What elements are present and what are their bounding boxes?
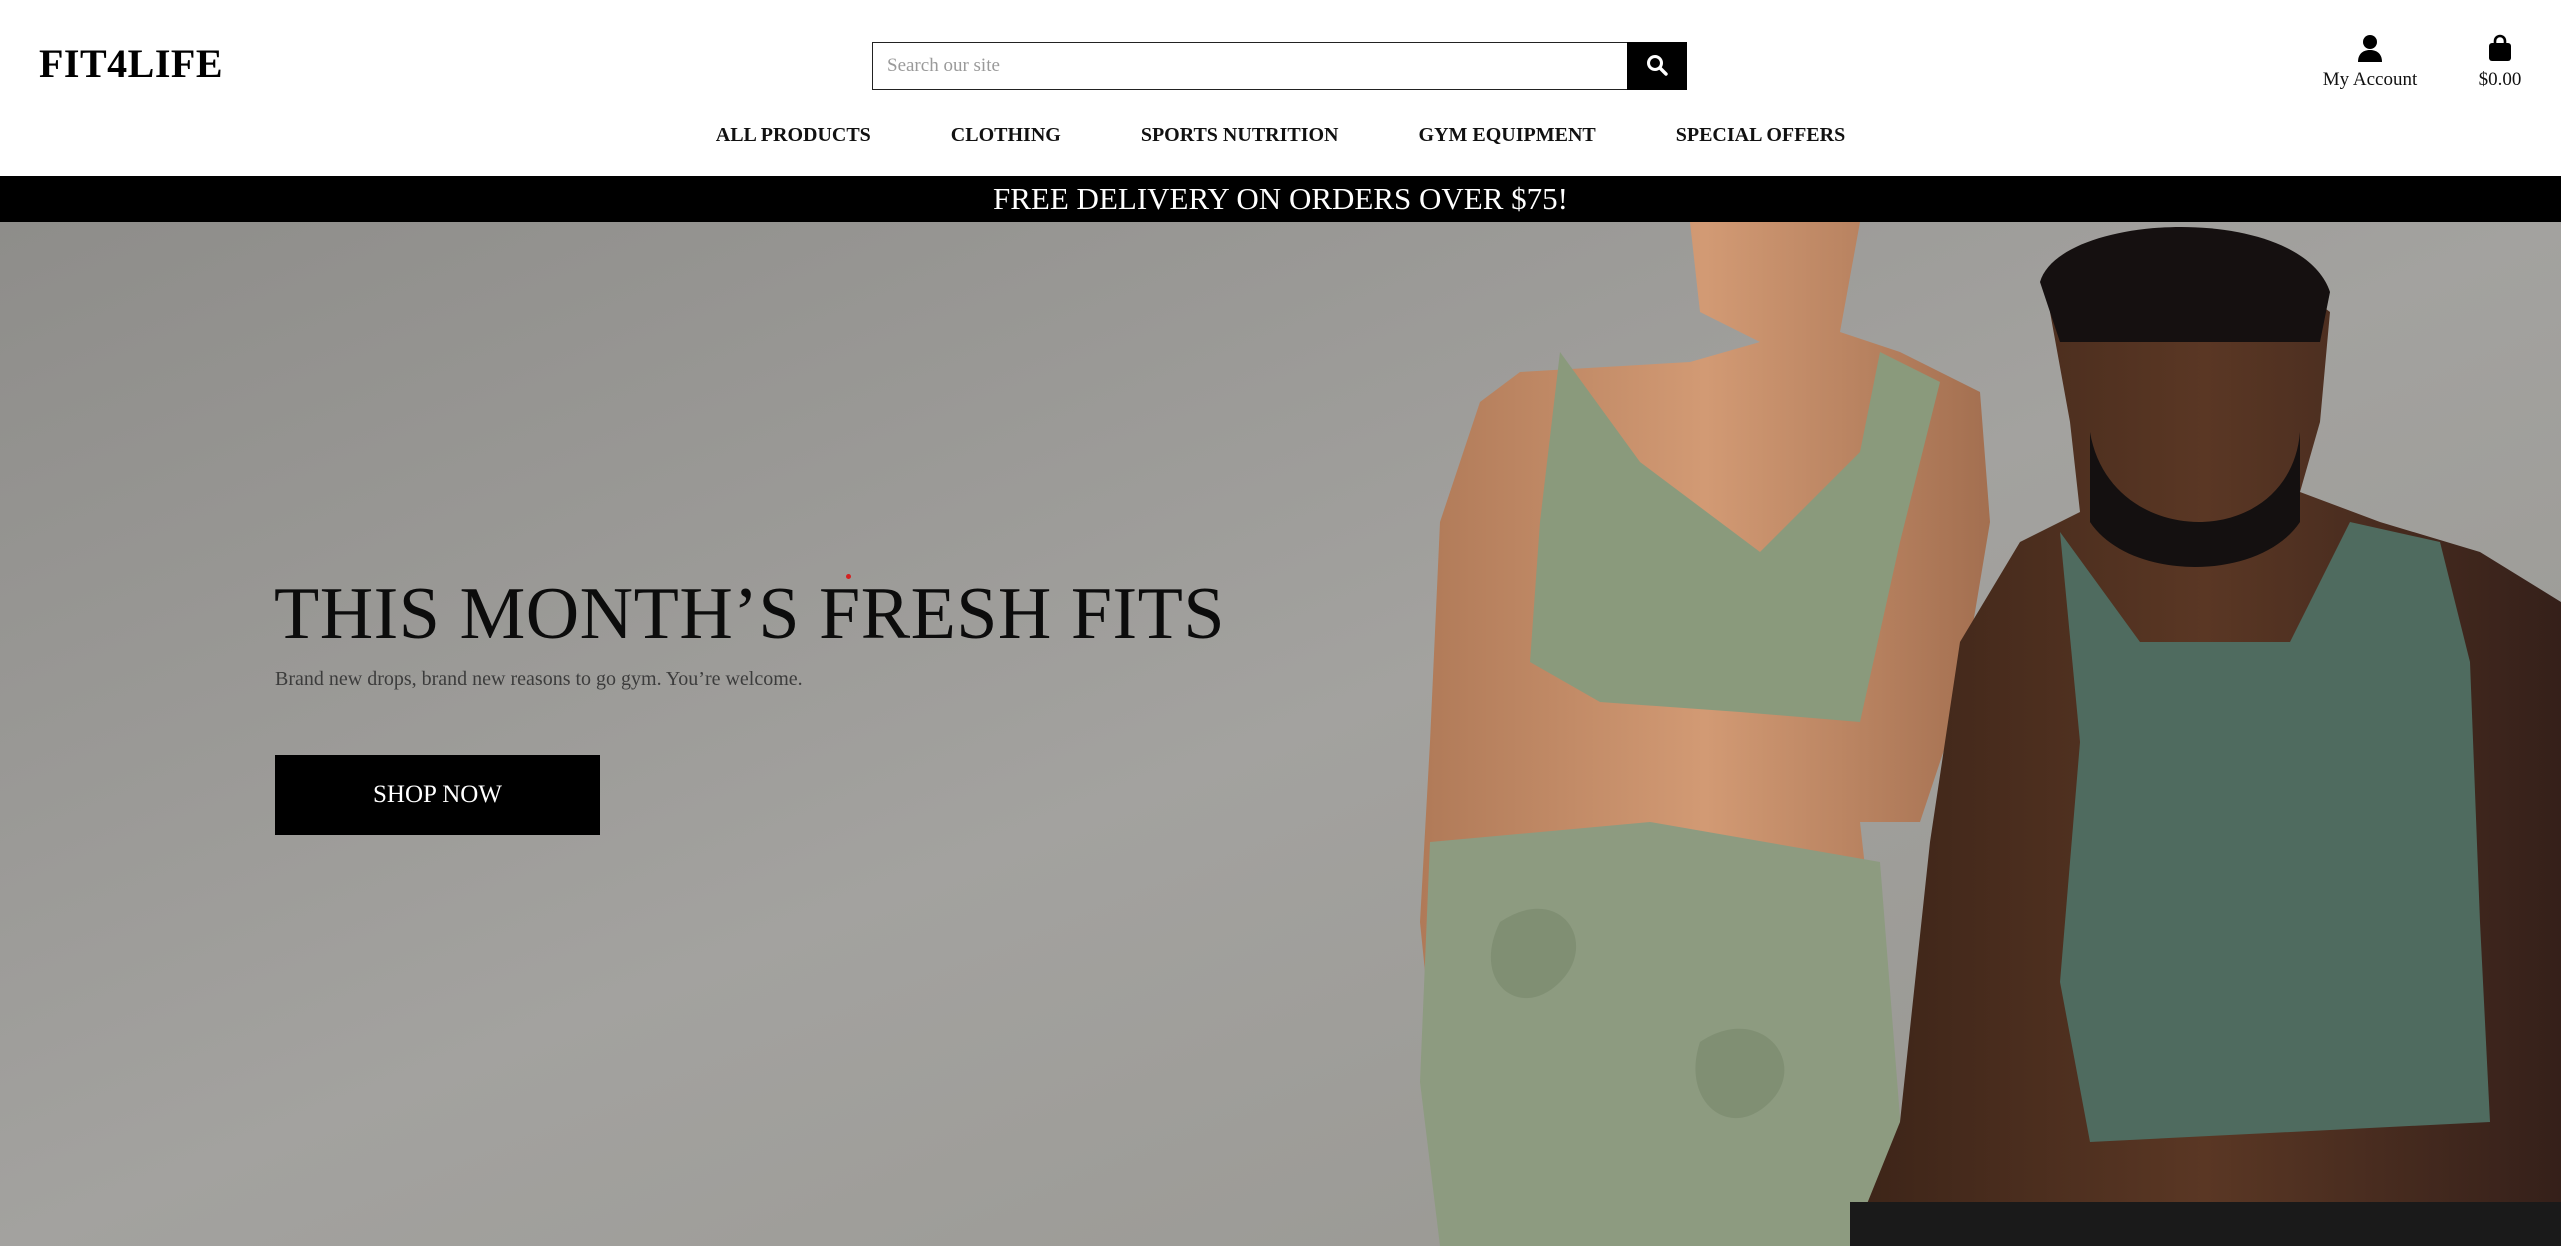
cart-link[interactable]: $0.00 (2462, 34, 2538, 91)
nav-item-all-products[interactable]: ALL PRODUCTS (676, 124, 911, 160)
nav-item-gym-equipment[interactable]: GYM EQUIPMENT (1379, 124, 1636, 160)
nav-item-sports-nutrition[interactable]: SPORTS NUTRITION (1101, 124, 1379, 160)
hero-title: THIS MONTH’S FRESH FITS (274, 573, 1226, 655)
search-form (872, 42, 1687, 90)
search-icon (1646, 54, 1668, 79)
nav-item-clothing[interactable]: CLOTHING (911, 124, 1101, 160)
cart-total: $0.00 (2478, 69, 2522, 90)
site-header: FIT4LIFE My Account $ (0, 0, 2561, 176)
cursor-dot (846, 574, 851, 579)
main-nav: ALL PRODUCTS CLOTHING SPORTS NUTRITION G… (0, 124, 2561, 160)
hero-banner: THIS MONTH’S FRESH FITS Brand new drops,… (0, 222, 2561, 1246)
my-account-link[interactable]: My Account (2310, 34, 2430, 91)
nav-item-special-offers[interactable]: SPECIAL OFFERS (1636, 124, 1885, 160)
user-icon (2357, 35, 2383, 66)
hero-image (0, 222, 2561, 1246)
free-delivery-banner: FREE DELIVERY ON ORDERS OVER $75! (0, 176, 2561, 222)
hero-subtitle: Brand new drops, brand new reasons to go… (275, 668, 803, 690)
search-input[interactable] (872, 42, 1627, 90)
my-account-label: My Account (2322, 69, 2418, 90)
shop-now-button[interactable]: SHOP NOW (275, 755, 600, 835)
shopping-bag-icon (2488, 34, 2512, 66)
site-logo[interactable]: FIT4LIFE (39, 40, 223, 87)
search-button[interactable] (1627, 42, 1687, 90)
